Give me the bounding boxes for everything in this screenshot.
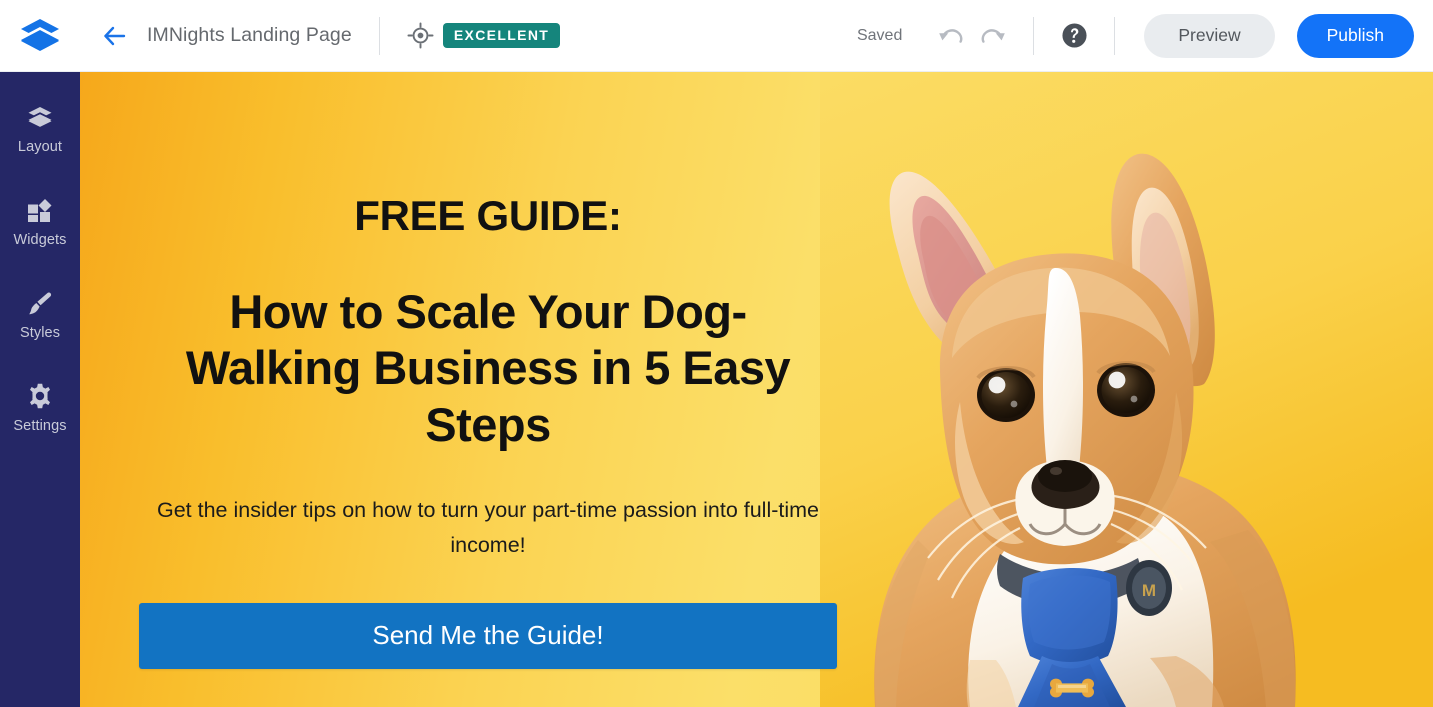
help-circle-icon <box>1062 23 1087 48</box>
hero-headline[interactable]: How to Scale Your Dog-Walking Business i… <box>178 284 798 453</box>
sidebar-item-label: Layout <box>17 139 63 155</box>
preview-button[interactable]: Preview <box>1144 13 1275 58</box>
top-toolbar: IMNights Landing Page EXCELLENT Saved Pr… <box>0 0 1433 72</box>
toolbar-left-group: IMNights Landing Page EXCELLENT <box>0 0 561 72</box>
toolbar-divider-3 <box>1114 16 1116 55</box>
toolbar-divider-1 <box>378 16 380 55</box>
layers-logo-icon <box>21 18 59 51</box>
hero-image[interactable]: M <box>820 72 1433 707</box>
sidebar-item-styles[interactable]: Styles <box>0 280 80 351</box>
target-crosshair-icon <box>407 22 434 49</box>
layers-icon <box>27 104 53 130</box>
saved-status-label: Saved <box>856 26 903 44</box>
gear-icon <box>27 383 53 409</box>
hero-cta-button[interactable]: Send Me the Guide! <box>139 602 837 669</box>
toolbar-right-group: Saved Preview Publish <box>857 0 1433 71</box>
publish-button[interactable]: Publish <box>1296 13 1414 58</box>
score-badge: EXCELLENT <box>442 23 561 48</box>
help-button[interactable] <box>1053 15 1095 57</box>
sidebar-item-label: Settings <box>13 418 67 434</box>
corgi-puppy-photo: M <box>820 72 1433 707</box>
hero-eyebrow[interactable]: FREE GUIDE: <box>354 193 622 238</box>
sidebar-item-layout[interactable]: Layout <box>0 94 80 165</box>
paintbrush-icon <box>27 290 53 316</box>
undo-button[interactable] <box>930 15 972 57</box>
sidebar-item-settings[interactable]: Settings <box>0 373 80 444</box>
redo-button[interactable] <box>972 15 1014 57</box>
hero-section[interactable]: M FREE GUIDE: How to Scale Your Dog-Walk… <box>80 72 1433 707</box>
widgets-grid-icon <box>27 197 53 223</box>
page-canvas[interactable]: M FREE GUIDE: How to Scale Your Dog-Walk… <box>80 72 1433 707</box>
sidebar-item-label: Styles <box>19 325 61 341</box>
back-button[interactable] <box>86 0 142 72</box>
svg-text:M: M <box>1142 581 1156 600</box>
toolbar-divider-2 <box>1033 16 1035 55</box>
sidebar-item-widgets[interactable]: Widgets <box>0 187 80 258</box>
left-sidebar: Layout Widgets Styles Settings <box>0 72 80 707</box>
undo-icon <box>939 28 963 43</box>
sidebar-item-label: Widgets <box>13 232 67 248</box>
page-title[interactable]: IMNights Landing Page <box>147 24 352 47</box>
hero-subhead[interactable]: Get the insider tips on how to turn your… <box>153 493 823 563</box>
redo-icon <box>981 28 1006 43</box>
page-score-group[interactable]: EXCELLENT <box>407 22 561 49</box>
app-logo-button[interactable] <box>0 0 80 72</box>
page-builder-app: IMNights Landing Page EXCELLENT Saved Pr… <box>0 0 1433 707</box>
hero-copy-block[interactable]: FREE GUIDE: How to Scale Your Dog-Walkin… <box>80 72 896 707</box>
back-arrow-icon <box>104 26 126 45</box>
